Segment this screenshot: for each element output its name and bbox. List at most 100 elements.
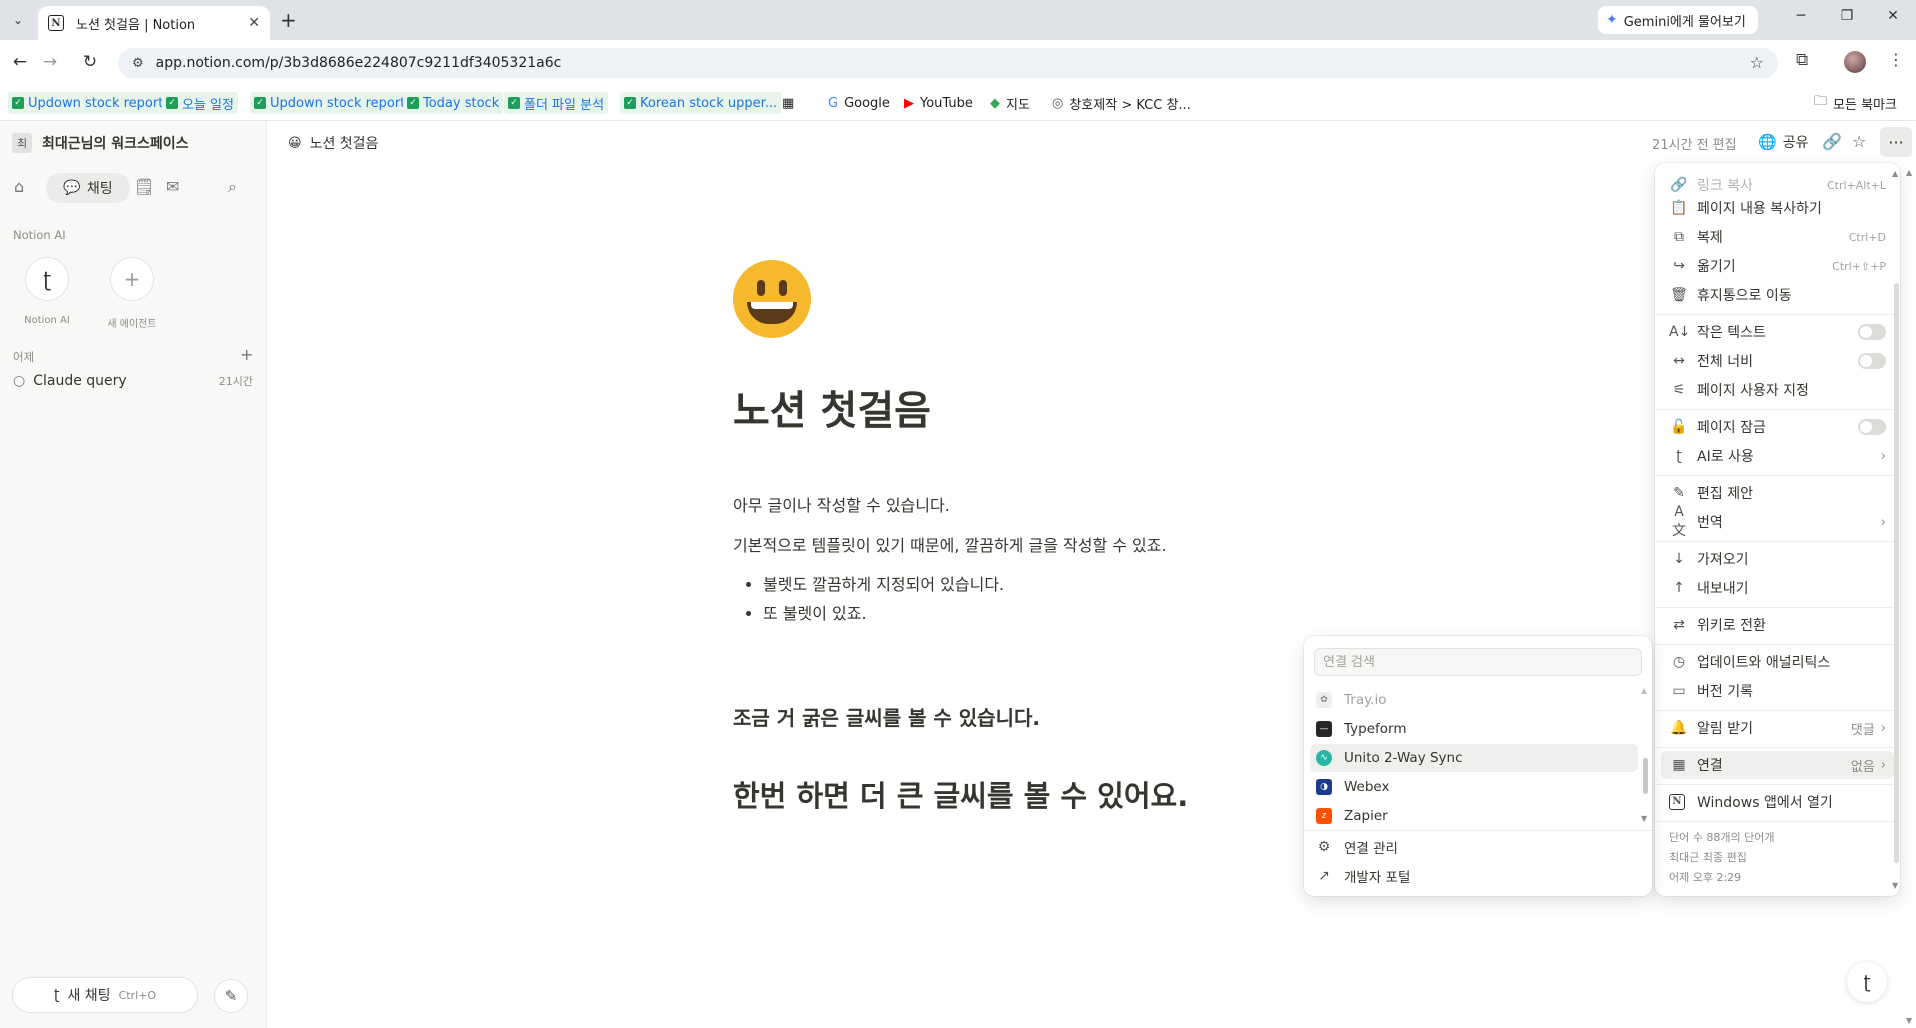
menu-item-open-windows-app[interactable]: N Windows 앱에서 열기 [1661,788,1894,816]
inbox-icon[interactable]: ✉ [166,177,179,196]
tab-chat[interactable]: 💬 채팅 [46,173,130,203]
external-arrow-icon: ↗ [1318,868,1330,884]
gemini-button[interactable]: ✦ Gemini에게 물어보기 [1598,6,1758,34]
full-width-toggle[interactable] [1858,353,1886,369]
favorite-star-icon[interactable]: ☆ [1852,132,1866,151]
bookmark-item[interactable]: ✓ Updown stock report [250,92,410,114]
apps-grid-icon[interactable]: ▦ [778,92,798,114]
tab-search-icon[interactable]: ⌄ [6,8,30,32]
menu-item-version-history[interactable]: ▭ 버전 기록 [1661,677,1894,705]
bookmark-item[interactable]: ✓ Today stock [403,92,504,114]
manage-connections[interactable]: ⚙ 연결 관리 [1310,833,1638,861]
page-scrollbar[interactable]: ▲ ▼ [1904,168,1916,1028]
browser-menu-icon[interactable]: ⋮ [1888,50,1904,69]
emoji-teeth [751,302,793,309]
workspace-switcher[interactable]: 최 최대근님의 워크스페이스 [12,133,189,153]
menu-item-customize-page[interactable]: ⚟ 페이지 사용자 지정 [1661,376,1894,404]
scroll-down-icon[interactable]: ▼ [1892,881,1898,890]
bookmark-item[interactable]: G Google [824,92,894,114]
lock-page-toggle[interactable] [1858,419,1886,435]
bookmark-item[interactable]: ◎ 창호제작 > KCC 창... [1048,92,1195,114]
connection-item-webex[interactable]: ◑ Webex [1310,773,1638,801]
bookmark-item[interactable]: ✓ 폴더 파일 분석 [504,92,609,114]
menu-item-small-text[interactable]: A↓ 작은 텍스트 [1661,318,1894,346]
bookmark-item[interactable]: ▶ YouTube [900,92,977,114]
bookmark-item[interactable]: ✓ Updown stock report [8,92,168,114]
small-text-toggle[interactable] [1858,324,1886,340]
connection-item-typeform[interactable]: — Typeform [1310,715,1638,743]
compose-icon[interactable]: ✎ [214,979,248,1013]
bookmark-item[interactable]: ◆ 지도 [986,92,1034,114]
profile-avatar[interactable] [1844,51,1866,73]
breadcrumb[interactable]: 😀 노션 첫걸음 [288,133,378,153]
close-window-icon[interactable]: ✕ [1870,8,1916,24]
scroll-up-icon[interactable]: ▲ [1906,168,1912,177]
back-icon[interactable]: ← [8,52,32,72]
scroll-up-icon[interactable]: ▲ [1892,169,1898,178]
text-block[interactable]: 기본적으로 템플릿이 있기 때문에, 깔끔하게 글을 작성할 수 있죠. [733,534,1433,558]
menu-item-duplicate[interactable]: ⧉ 복제 Ctrl+D [1661,223,1894,251]
developer-portal[interactable]: ↗ 개발자 포털 [1310,862,1638,890]
bookmark-item[interactable]: ✓ Korean stock upper... [620,92,782,114]
more-options-button[interactable]: ··· [1880,127,1912,157]
meeting-notes-icon[interactable]: 🗒 [134,177,154,196]
restore-icon[interactable]: ❐ [1824,8,1870,24]
scroll-thumb[interactable] [1894,283,1899,863]
new-chat-button[interactable]: ʈ 새 채팅 Ctrl+O [12,977,198,1013]
menu-item-updates-analytics[interactable]: ◷ 업데이트와 애널리틱스 [1661,648,1894,676]
chevron-right-icon: › [1880,720,1886,736]
menu-item-translate[interactable]: A文 번역 › [1661,504,1894,539]
scroll-down-icon[interactable]: ▼ [1641,814,1647,823]
connection-item-zapier[interactable]: z Zapier [1310,802,1638,830]
duplicate-icon: ⧉ [1674,229,1684,245]
submenu-scrollbar[interactable]: ▲ ▼ [1640,686,1650,826]
menu-divider [1655,409,1900,410]
home-icon[interactable]: ⌂ [14,177,24,196]
scroll-up-icon[interactable]: ▲ [1641,686,1647,695]
check-icon: ✓ [508,97,520,109]
text-block[interactable]: 아무 글이나 작성할 수 있습니다. [733,494,1433,518]
menu-item-copy-contents[interactable]: 📋 페이지 내용 복사하기 [1661,194,1894,222]
reload-icon[interactable]: ↻ [78,52,102,72]
extensions-icon[interactable]: ⧉ [1796,50,1808,70]
agent-new[interactable]: + 새 에이전트 [92,257,172,330]
new-tab-icon[interactable]: + [280,8,297,32]
chat-history-item[interactable]: ○ Claude query 21시간 [13,373,253,389]
bullet-item[interactable]: 불렛도 깔끔하게 지정되어 있습니다. [763,573,1433,597]
search-icon[interactable]: ⌕ [228,177,237,197]
bookmark-star-icon[interactable]: ☆ [1750,53,1764,72]
scroll-down-icon[interactable]: ▼ [1906,1016,1912,1025]
page-icon-grinning-face[interactable] [733,260,811,338]
menu-item-import[interactable]: ↓ 가져오기 [1661,545,1894,573]
site-info-icon[interactable]: ⚙ [132,56,144,71]
address-bar[interactable]: ⚙ app.notion.com/p/3b3d8686e224807c9211d… [118,48,1778,78]
menu-item-suggest-edits[interactable]: ✎ 편집 제안 [1661,479,1894,507]
scroll-thumb[interactable] [1643,758,1648,794]
bookmark-item[interactable]: ✓ 오늘 일정 [162,92,238,114]
agent-notion-ai[interactable]: ʈ Notion AI [7,257,87,326]
add-chat-icon[interactable]: + [240,345,253,364]
link-icon[interactable]: 🔗 [1822,132,1842,151]
notion-ai-assistant-button[interactable]: ʈ [1847,962,1887,1002]
menu-item-connections[interactable]: ▦ 연결 없음 › [1661,751,1894,779]
minimize-icon[interactable]: ─ [1778,8,1824,24]
menu-item-use-with-ai[interactable]: ʈ AI로 사용 › [1661,442,1894,470]
browser-tab-active[interactable]: N 노션 첫걸음 | Notion ✕ [38,6,270,40]
connection-item-unito[interactable]: ∿ Unito 2-Way Sync [1310,744,1638,772]
menu-item-move[interactable]: ↪ 옮기기 Ctrl+⇧+P [1661,252,1894,280]
forward-icon[interactable]: → [38,52,62,72]
close-tab-icon[interactable]: ✕ [248,15,260,31]
menu-item-notifications[interactable]: 🔔 알림 받기 댓글 › [1661,714,1894,742]
share-button[interactable]: 🌐 공유 [1758,132,1808,152]
bullet-item[interactable]: 또 불렛이 있죠. [763,602,1433,626]
menu-item-turn-into-wiki[interactable]: ⇄ 위키로 전환 [1661,611,1894,639]
page-title[interactable]: 노션 첫걸음 [733,378,1433,436]
menu-item-trash[interactable]: 🗑 휴지통으로 이동 [1661,281,1894,309]
menu-item-export[interactable]: ↑ 내보내기 [1661,574,1894,602]
menu-item-lock-page[interactable]: 🔓 페이지 잠금 [1661,413,1894,441]
menu-scrollbar[interactable]: ▲ ▼ [1892,163,1900,896]
menu-item-full-width[interactable]: ↔ 전체 너비 [1661,347,1894,375]
connection-search-input[interactable] [1314,648,1642,676]
connection-item-trayio[interactable]: ✿ Tray.io [1310,686,1638,714]
all-bookmarks[interactable]: 🗀 모든 북마크 [1810,92,1901,114]
